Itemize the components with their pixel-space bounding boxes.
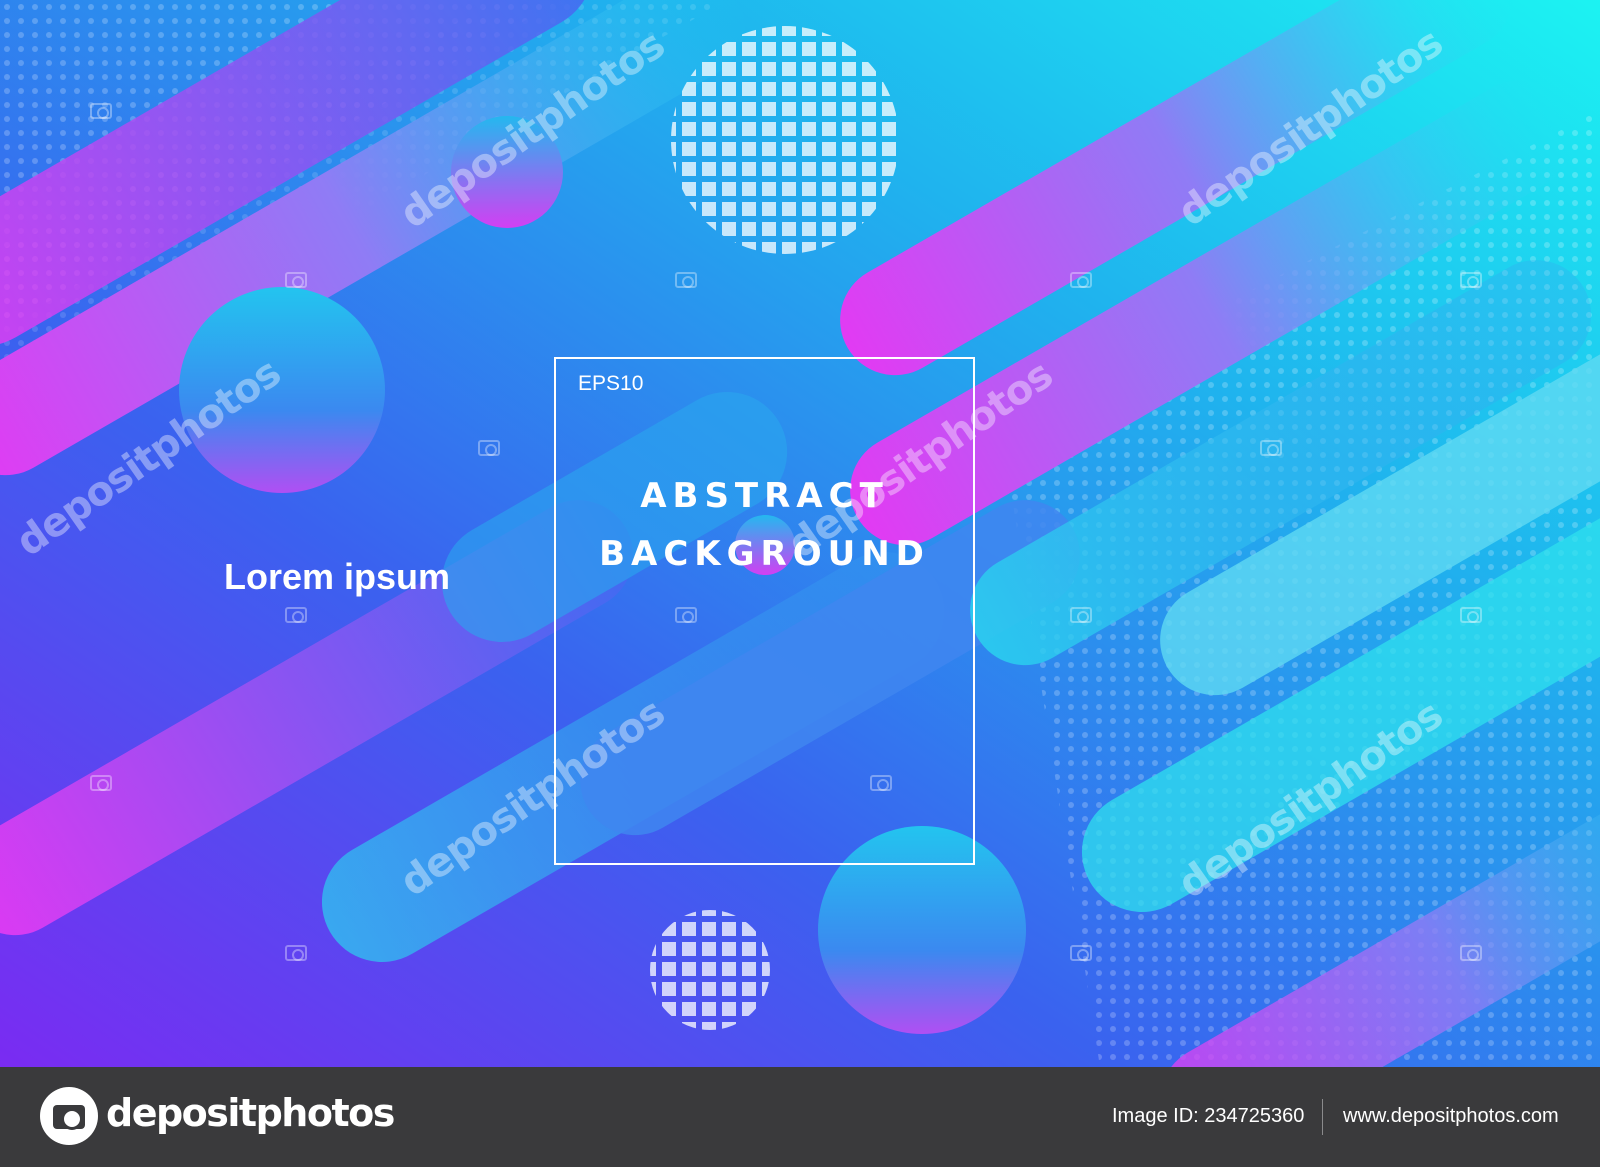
headline-line-1: ABSTRACT bbox=[640, 476, 889, 516]
camera-logo-icon[interactable] bbox=[40, 1087, 98, 1145]
subtitle-text: Lorem ipsum bbox=[224, 556, 451, 597]
camera-watermark-icon bbox=[1460, 945, 1482, 961]
camera-watermark-icon bbox=[1070, 272, 1092, 288]
footer-divider bbox=[1322, 1099, 1323, 1135]
eps-label: EPS10 bbox=[578, 372, 644, 395]
camera-watermark-icon bbox=[1070, 945, 1092, 961]
camera-watermark-icon bbox=[90, 775, 112, 791]
abstract-artwork: depositphotos depositphotos depositphoto… bbox=[0, 0, 1600, 1067]
camera-watermark-icon bbox=[1260, 440, 1282, 456]
camera-watermark-icon bbox=[285, 272, 307, 288]
image-id: Image ID: 234725360 bbox=[1112, 1105, 1305, 1127]
site-url-link[interactable]: www.depositphotos.com bbox=[1343, 1105, 1559, 1128]
footer-bar: depositphotos Image ID: 234725360 www.de… bbox=[0, 1067, 1600, 1167]
camera-watermark-icon bbox=[285, 945, 307, 961]
camera-watermark-icon bbox=[478, 440, 500, 456]
headline-line-2: BACKGROUND bbox=[599, 534, 930, 574]
stock-image-preview: depositphotos depositphotos depositphoto… bbox=[0, 0, 1600, 1167]
white-frame bbox=[554, 357, 975, 865]
camera-watermark-icon bbox=[90, 103, 112, 119]
camera-watermark-icon bbox=[1070, 607, 1092, 623]
camera-watermark-icon bbox=[1460, 607, 1482, 623]
brand-name[interactable]: depositphotos bbox=[106, 1091, 395, 1135]
camera-watermark-icon bbox=[285, 607, 307, 623]
camera-watermark-icon bbox=[675, 272, 697, 288]
camera-watermark-icon bbox=[1460, 272, 1482, 288]
